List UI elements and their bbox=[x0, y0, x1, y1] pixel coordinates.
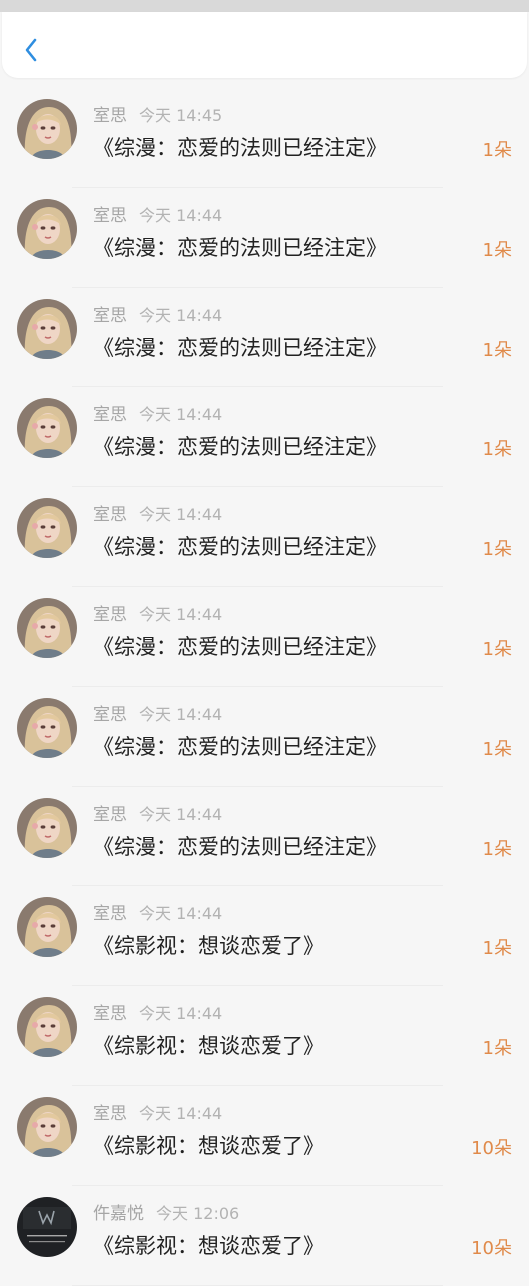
divider bbox=[72, 1284, 443, 1286]
status-bar bbox=[0, 0, 529, 12]
book-title[interactable]: 《综漫：恋爱的法则已经注定》 bbox=[93, 631, 387, 661]
gift-amount: 1朵 bbox=[482, 439, 512, 461]
avatar[interactable] bbox=[17, 198, 77, 259]
gift-time: 今天 14:45 bbox=[139, 106, 223, 125]
avatar[interactable] bbox=[17, 697, 77, 758]
book-title[interactable]: 《综漫：恋爱的法则已经注定》 bbox=[93, 332, 387, 362]
user-name[interactable]: 室思 bbox=[93, 1104, 127, 1124]
gift-amount: 10朵 bbox=[471, 1237, 512, 1259]
avatar[interactable] bbox=[17, 498, 77, 559]
gift-row[interactable]: 室思 今天 14:44 《综漫：恋爱的法则已经注定》 1朵 bbox=[0, 587, 529, 687]
user-name[interactable]: 室思 bbox=[93, 206, 127, 226]
gift-time: 今天 14:44 bbox=[139, 904, 223, 924]
back-button[interactable] bbox=[20, 38, 42, 62]
gift-time: 今天 14:44 bbox=[139, 1004, 223, 1024]
gift-time: 今天 14:44 bbox=[139, 704, 223, 724]
chevron-left-icon bbox=[25, 38, 37, 62]
user-name[interactable]: 室思 bbox=[93, 405, 127, 425]
user-name[interactable]: 室思 bbox=[93, 1004, 127, 1024]
gift-row[interactable]: 室思 今天 14:44 《综影视：想谈恋爱了》 10朵 bbox=[0, 1086, 529, 1186]
avatar[interactable] bbox=[17, 298, 77, 359]
gift-row[interactable]: 室思 今天 14:44 《综漫：恋爱的法则已经注定》 1朵 bbox=[0, 487, 529, 587]
gift-row[interactable]: 仵嘉悦 今天 12:06 《综影视：想谈恋爱了》 10朵 bbox=[0, 1186, 529, 1286]
gift-time: 今天 14:44 bbox=[139, 305, 223, 325]
book-title[interactable]: 《综漫：恋爱的法则已经注定》 bbox=[93, 132, 387, 162]
gift-amount: 1朵 bbox=[482, 738, 512, 760]
gift-row[interactable]: 室思 今天 14:44 《综漫：恋爱的法则已经注定》 1朵 bbox=[0, 188, 529, 288]
user-name[interactable]: 室思 bbox=[93, 106, 127, 126]
avatar[interactable] bbox=[17, 897, 77, 958]
avatar[interactable] bbox=[17, 398, 77, 459]
gift-list: 室思 今天 14:45 《综漫：恋爱的法则已经注定》 1朵 室思 今天 14:44 … bbox=[0, 88, 529, 1286]
gift-amount: 1朵 bbox=[482, 339, 512, 361]
gift-row[interactable]: 室思 今天 14:44 《综漫：恋爱的法则已经注定》 1朵 bbox=[0, 288, 529, 388]
gift-time: 今天 14:44 bbox=[139, 405, 223, 425]
gift-time: 今天 14:44 bbox=[139, 205, 223, 225]
user-name[interactable]: 室思 bbox=[93, 306, 127, 326]
gift-amount: 1朵 bbox=[482, 239, 512, 261]
gift-time: 今天 14:44 bbox=[139, 1103, 223, 1123]
user-name[interactable]: 室思 bbox=[93, 805, 127, 825]
book-title[interactable]: 《综影视：想谈恋爱了》 bbox=[93, 930, 324, 960]
book-title[interactable]: 《综漫：恋爱的法则已经注定》 bbox=[93, 431, 387, 461]
gift-amount: 1朵 bbox=[482, 938, 512, 960]
avatar[interactable] bbox=[17, 1096, 77, 1157]
book-title[interactable]: 《综漫：恋爱的法则已经注定》 bbox=[93, 531, 387, 561]
user-name[interactable]: 仵嘉悦 bbox=[93, 1204, 144, 1224]
gift-time: 今天 12:06 bbox=[156, 1203, 240, 1223]
user-name[interactable]: 室思 bbox=[93, 605, 127, 625]
gift-amount: 1朵 bbox=[482, 539, 512, 561]
gift-row[interactable]: 室思 今天 14:44 《综影视：想谈恋爱了》 1朵 bbox=[0, 886, 529, 987]
book-title[interactable]: 《综影视：想谈恋爱了》 bbox=[93, 1130, 324, 1160]
book-title[interactable]: 《综影视：想谈恋爱了》 bbox=[93, 1030, 324, 1060]
gift-row[interactable]: 室思 今天 14:44 《综漫：恋爱的法则已经注定》 1朵 bbox=[0, 787, 529, 887]
gift-time: 今天 14:44 bbox=[139, 604, 223, 624]
book-title[interactable]: 《综漫：恋爱的法则已经注定》 bbox=[93, 731, 387, 761]
book-title[interactable]: 《综影视：想谈恋爱了》 bbox=[93, 1230, 324, 1260]
avatar[interactable] bbox=[17, 797, 77, 858]
gift-amount: 1朵 bbox=[482, 140, 512, 161]
gift-row[interactable]: 室思 今天 14:45 《综漫：恋爱的法则已经注定》 1朵 bbox=[0, 88, 529, 188]
user-name[interactable]: 室思 bbox=[93, 705, 127, 725]
gift-row[interactable]: 室思 今天 14:44 《综影视：想谈恋爱了》 1朵 bbox=[0, 986, 529, 1086]
avatar[interactable] bbox=[17, 997, 77, 1058]
avatar[interactable] bbox=[17, 597, 77, 658]
user-name[interactable]: 室思 bbox=[93, 505, 127, 525]
book-title[interactable]: 《综漫：恋爱的法则已经注定》 bbox=[93, 232, 387, 262]
gift-row[interactable]: 室思 今天 14:44 《综漫：恋爱的法则已经注定》 1朵 bbox=[0, 387, 529, 488]
gift-time: 今天 14:44 bbox=[139, 804, 223, 824]
avatar[interactable] bbox=[17, 1196, 77, 1257]
avatar[interactable] bbox=[17, 99, 77, 159]
user-name[interactable]: 室思 bbox=[93, 904, 127, 924]
gift-time: 今天 14:44 bbox=[139, 505, 223, 525]
gift-amount: 10朵 bbox=[471, 1137, 512, 1159]
gift-amount: 1朵 bbox=[482, 638, 512, 660]
gift-amount: 1朵 bbox=[482, 838, 512, 860]
header-bar bbox=[2, 12, 527, 78]
book-title[interactable]: 《综漫：恋爱的法则已经注定》 bbox=[93, 831, 387, 861]
gift-amount: 1朵 bbox=[482, 1038, 512, 1060]
gift-row[interactable]: 室思 今天 14:44 《综漫：恋爱的法则已经注定》 1朵 bbox=[0, 687, 529, 787]
